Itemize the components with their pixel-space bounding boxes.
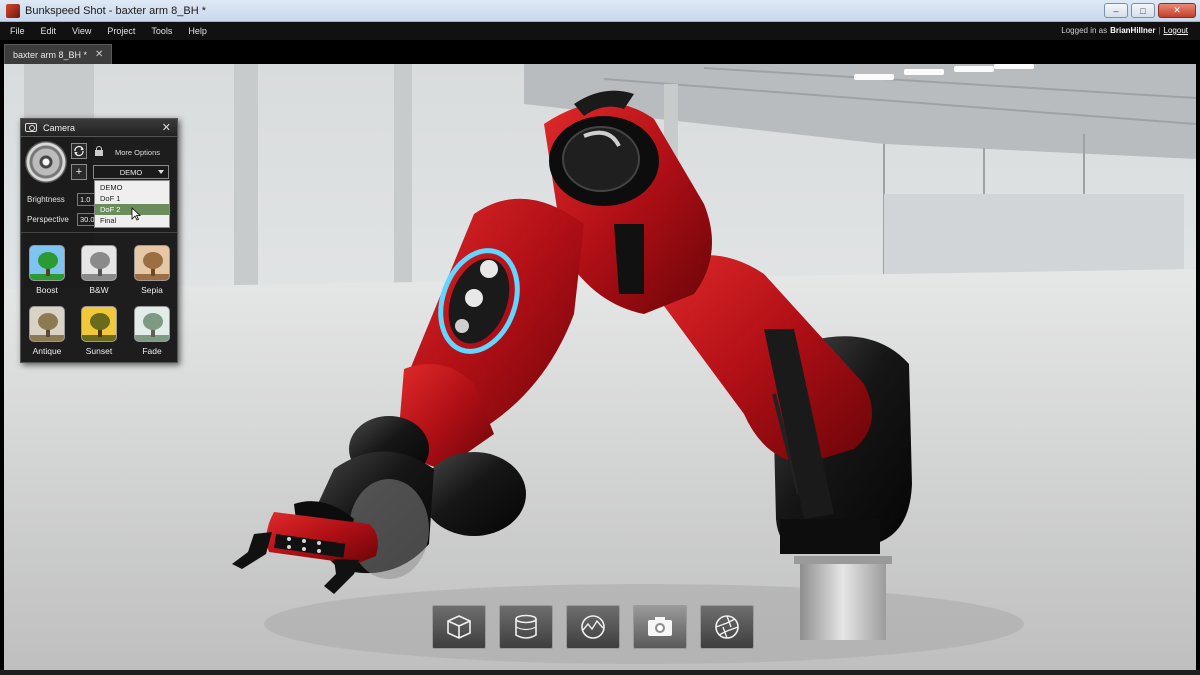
window-bottom-frame: [0, 670, 1200, 675]
filter-sepia[interactable]: Sepia: [129, 245, 175, 295]
brightness-label: Brightness: [27, 195, 65, 204]
refresh-icon: [74, 145, 84, 157]
filter-label: B&W: [89, 285, 109, 295]
login-user: BrianHillner: [1110, 26, 1156, 35]
camera-tool-button[interactable]: [633, 605, 687, 649]
add-camera-button[interactable]: +: [71, 164, 87, 180]
filter-thumb: [134, 306, 170, 342]
filter-thumb: [81, 306, 117, 342]
maximize-button[interactable]: □: [1131, 3, 1155, 18]
perspective-label: Perspective: [27, 215, 69, 224]
filter-thumb: [29, 245, 65, 281]
app-icon: [6, 3, 20, 18]
menu-help[interactable]: Help: [180, 26, 215, 36]
filter-thumb: [29, 306, 65, 342]
filter-label: Boost: [36, 285, 58, 295]
panel-divider: [21, 232, 177, 233]
camera-panel: Camera ✕ More Options + DEMO Brightness …: [20, 118, 178, 363]
close-tab-icon[interactable]: ✕: [95, 49, 103, 60]
login-prefix: Logged in as: [1061, 26, 1108, 35]
camera-panel-header[interactable]: Camera ✕: [21, 119, 177, 137]
chevron-down-icon: [158, 170, 164, 174]
filter-label: Sepia: [141, 285, 163, 295]
title-bar: Bunkspeed Shot - baxter arm 8_BH * – □ ✕: [0, 0, 1200, 22]
menu-bar: File Edit View Project Tools Help Logged…: [0, 22, 1200, 40]
camera-preset-value: DEMO: [119, 167, 143, 177]
refresh-camera-button[interactable]: [71, 143, 87, 159]
filter-thumb: [134, 245, 170, 281]
window-title: Bunkspeed Shot - baxter arm 8_BH *: [25, 4, 206, 17]
menu-project[interactable]: Project: [99, 26, 143, 36]
model-cube-icon: [447, 615, 471, 639]
filter-bw[interactable]: B&W: [76, 245, 122, 295]
filter-label: Sunset: [85, 346, 113, 356]
menu-edit[interactable]: Edit: [33, 26, 65, 36]
aperture-icon: [715, 615, 739, 639]
login-status: Logged in as BrianHillner | Logout: [1061, 26, 1188, 35]
document-tab[interactable]: baxter arm 8_BH * ✕: [4, 44, 113, 64]
filter-label: Fade: [142, 346, 162, 356]
scene-render: [4, 64, 1196, 670]
filter-fade[interactable]: Fade: [129, 306, 175, 356]
render-viewport[interactable]: [4, 64, 1196, 670]
more-options-link[interactable]: More Options: [115, 148, 160, 157]
camera-preset-select[interactable]: DEMO: [93, 165, 169, 179]
model-tool-button[interactable]: [432, 605, 486, 649]
filter-boost[interactable]: Boost: [24, 245, 70, 295]
menu-tools[interactable]: Tools: [143, 26, 180, 36]
tab-bar: baxter arm 8_BH * ✕: [0, 40, 1200, 64]
login-separator: |: [1158, 26, 1161, 35]
logout-link[interactable]: Logout: [1164, 26, 1188, 35]
environment-cylinder-icon: [515, 614, 537, 639]
window-controls: – □ ✕: [1104, 3, 1196, 18]
camera-dial[interactable]: [25, 141, 67, 183]
globe-icon: [581, 615, 605, 639]
close-panel-icon[interactable]: ✕: [162, 121, 171, 134]
preset-option-demo[interactable]: DEMO: [95, 182, 169, 193]
globe-tool-button[interactable]: [566, 605, 620, 649]
minimize-button[interactable]: –: [1104, 3, 1128, 18]
menu-view[interactable]: View: [64, 26, 99, 36]
aperture-tool-button[interactable]: [700, 605, 754, 649]
camera-panel-title: Camera: [43, 122, 76, 133]
filter-sunset[interactable]: Sunset: [76, 306, 122, 356]
filter-thumb: [81, 245, 117, 281]
document-tab-label: baxter arm 8_BH *: [13, 49, 88, 60]
filter-label: Antique: [32, 346, 62, 356]
filter-antique[interactable]: Antique: [24, 306, 70, 356]
preset-option-dof1[interactable]: DoF 1: [95, 193, 169, 204]
lock-icon[interactable]: [95, 146, 103, 157]
close-window-button[interactable]: ✕: [1158, 3, 1196, 18]
environment-tool-button[interactable]: [499, 605, 553, 649]
menu-file[interactable]: File: [0, 26, 33, 36]
camera-icon: [25, 123, 37, 132]
camera-icon: [648, 617, 672, 636]
mouse-cursor-icon: [131, 207, 141, 221]
